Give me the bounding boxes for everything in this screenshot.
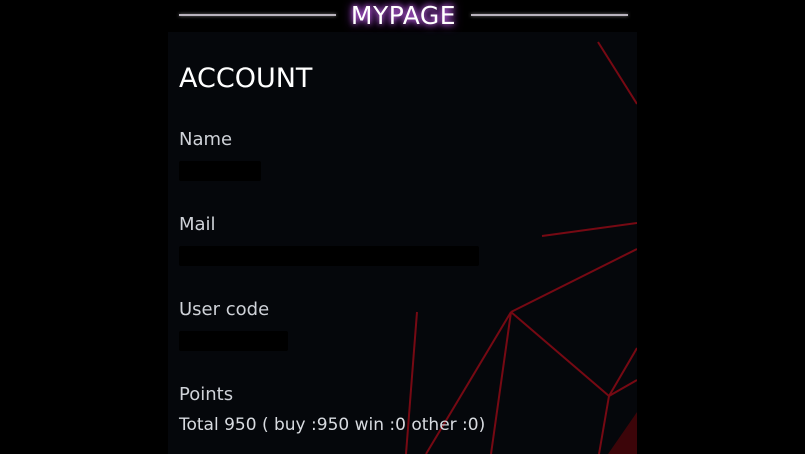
name-label: Name — [179, 129, 233, 150]
mail-value-redacted — [179, 246, 479, 266]
header-divider-left — [179, 14, 336, 16]
viewport: MYPAGE ACCOUNT Name Mail User code Point… — [0, 0, 805, 454]
points-value: Total 950 ( buy :950 win :0 other :0) — [179, 415, 486, 435]
page-header: MYPAGE — [168, 0, 637, 32]
mail-label: Mail — [179, 214, 216, 235]
user-code-label: User code — [179, 299, 270, 320]
page-title: MYPAGE — [350, 1, 457, 30]
mypage-panel: MYPAGE ACCOUNT Name Mail User code Point… — [168, 0, 637, 454]
points-label: Points — [179, 384, 234, 405]
header-divider-right — [471, 14, 628, 16]
name-value-redacted — [179, 161, 261, 181]
account-section-title: ACCOUNT — [179, 63, 313, 94]
user-code-value-redacted — [179, 331, 288, 351]
